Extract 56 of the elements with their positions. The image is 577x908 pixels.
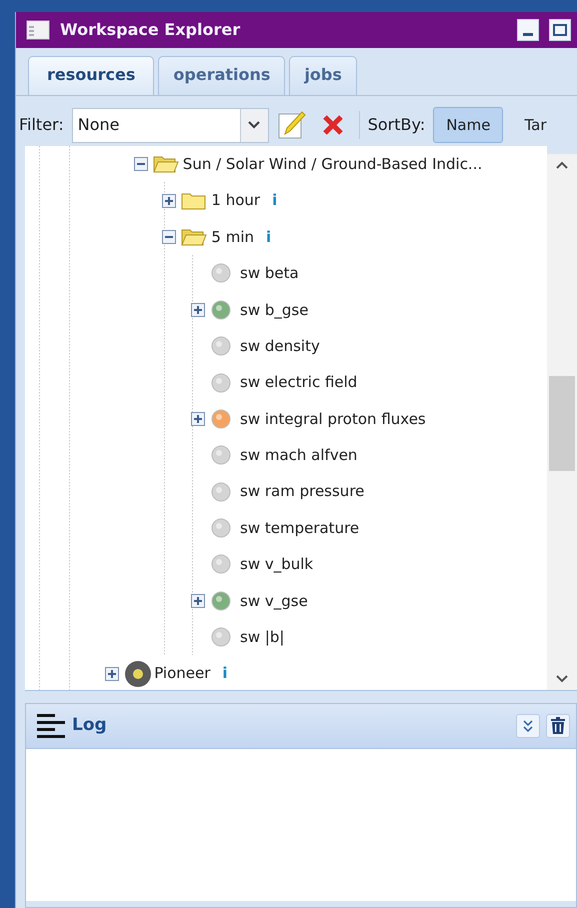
expand-icon[interactable] bbox=[191, 594, 205, 608]
tree-item[interactable]: sw electric field bbox=[25, 364, 547, 401]
minimize-button[interactable] bbox=[517, 19, 539, 41]
tree-item[interactable]: sw integral proton fluxes bbox=[25, 400, 547, 438]
open-folder-icon bbox=[152, 154, 179, 174]
expand-icon[interactable] bbox=[191, 302, 205, 317]
info-link[interactable]: i bbox=[266, 226, 272, 248]
filter-dropdown[interactable]: None bbox=[72, 108, 269, 142]
tree-item[interactable]: sw beta bbox=[25, 255, 547, 292]
collapse-button[interactable] bbox=[516, 714, 540, 738]
double-chevron-icon bbox=[521, 719, 535, 733]
tree-item[interactable]: 5 min i bbox=[25, 218, 547, 256]
scroll-down-icon[interactable] bbox=[555, 675, 569, 684]
tree-item[interactable]: sw v_gse bbox=[25, 582, 547, 620]
maximize-icon bbox=[553, 24, 567, 36]
folder-icon bbox=[181, 190, 208, 211]
tree-item[interactable]: sw temperature bbox=[25, 510, 547, 546]
tree-item[interactable]: sw b_gse bbox=[25, 292, 547, 328]
clear-log-button[interactable] bbox=[546, 714, 570, 738]
tree-item[interactable]: sw density bbox=[25, 328, 547, 364]
open-folder-icon bbox=[181, 226, 208, 247]
tree-item[interactable]: Sun / Solar Wind / Ground-Based Indic... bbox=[25, 146, 547, 182]
trash-icon bbox=[550, 717, 566, 735]
tree-item[interactable]: 1 hour i bbox=[25, 182, 547, 219]
log-icon bbox=[36, 712, 66, 740]
tree-item[interactable]: sw |b| bbox=[25, 619, 547, 656]
scroll-thumb[interactable] bbox=[549, 376, 575, 471]
expand-icon[interactable] bbox=[105, 666, 120, 681]
window-icon bbox=[26, 20, 50, 40]
minimize-icon bbox=[523, 32, 533, 36]
collapse-icon[interactable] bbox=[162, 230, 176, 244]
edit-icon[interactable] bbox=[276, 110, 307, 140]
caret-icon bbox=[247, 120, 262, 130]
window-title: Workspace Explorer bbox=[60, 19, 240, 41]
info-link[interactable]: i bbox=[222, 662, 228, 685]
tree-item[interactable]: sw mach alfven bbox=[25, 437, 547, 474]
sort-option[interactable]: Name bbox=[433, 106, 504, 144]
sort-option[interactable]: Tar bbox=[511, 106, 560, 144]
delete-icon[interactable] bbox=[320, 113, 345, 137]
tab[interactable]: operations bbox=[158, 56, 286, 95]
collapse-icon[interactable] bbox=[134, 157, 148, 172]
info-link[interactable]: i bbox=[272, 189, 278, 212]
scrollbar[interactable] bbox=[547, 154, 577, 690]
panel-title: Log bbox=[72, 714, 107, 738]
disc-icon bbox=[124, 660, 152, 688]
scroll-up-icon[interactable] bbox=[555, 160, 569, 169]
tree-item[interactable]: Pioneer i bbox=[25, 655, 547, 690]
filter-label: Filter: bbox=[19, 114, 64, 136]
expand-icon[interactable] bbox=[162, 194, 176, 208]
tree-item[interactable]: sw v_bulk bbox=[25, 546, 547, 583]
expand-icon[interactable] bbox=[191, 412, 205, 426]
tree-item[interactable]: sw ram pressure bbox=[25, 474, 547, 510]
maximize-button[interactable] bbox=[549, 19, 571, 41]
tab[interactable]: resources bbox=[28, 56, 154, 95]
sort-label: SortBy: bbox=[368, 114, 426, 136]
tab[interactable]: jobs bbox=[289, 56, 357, 95]
